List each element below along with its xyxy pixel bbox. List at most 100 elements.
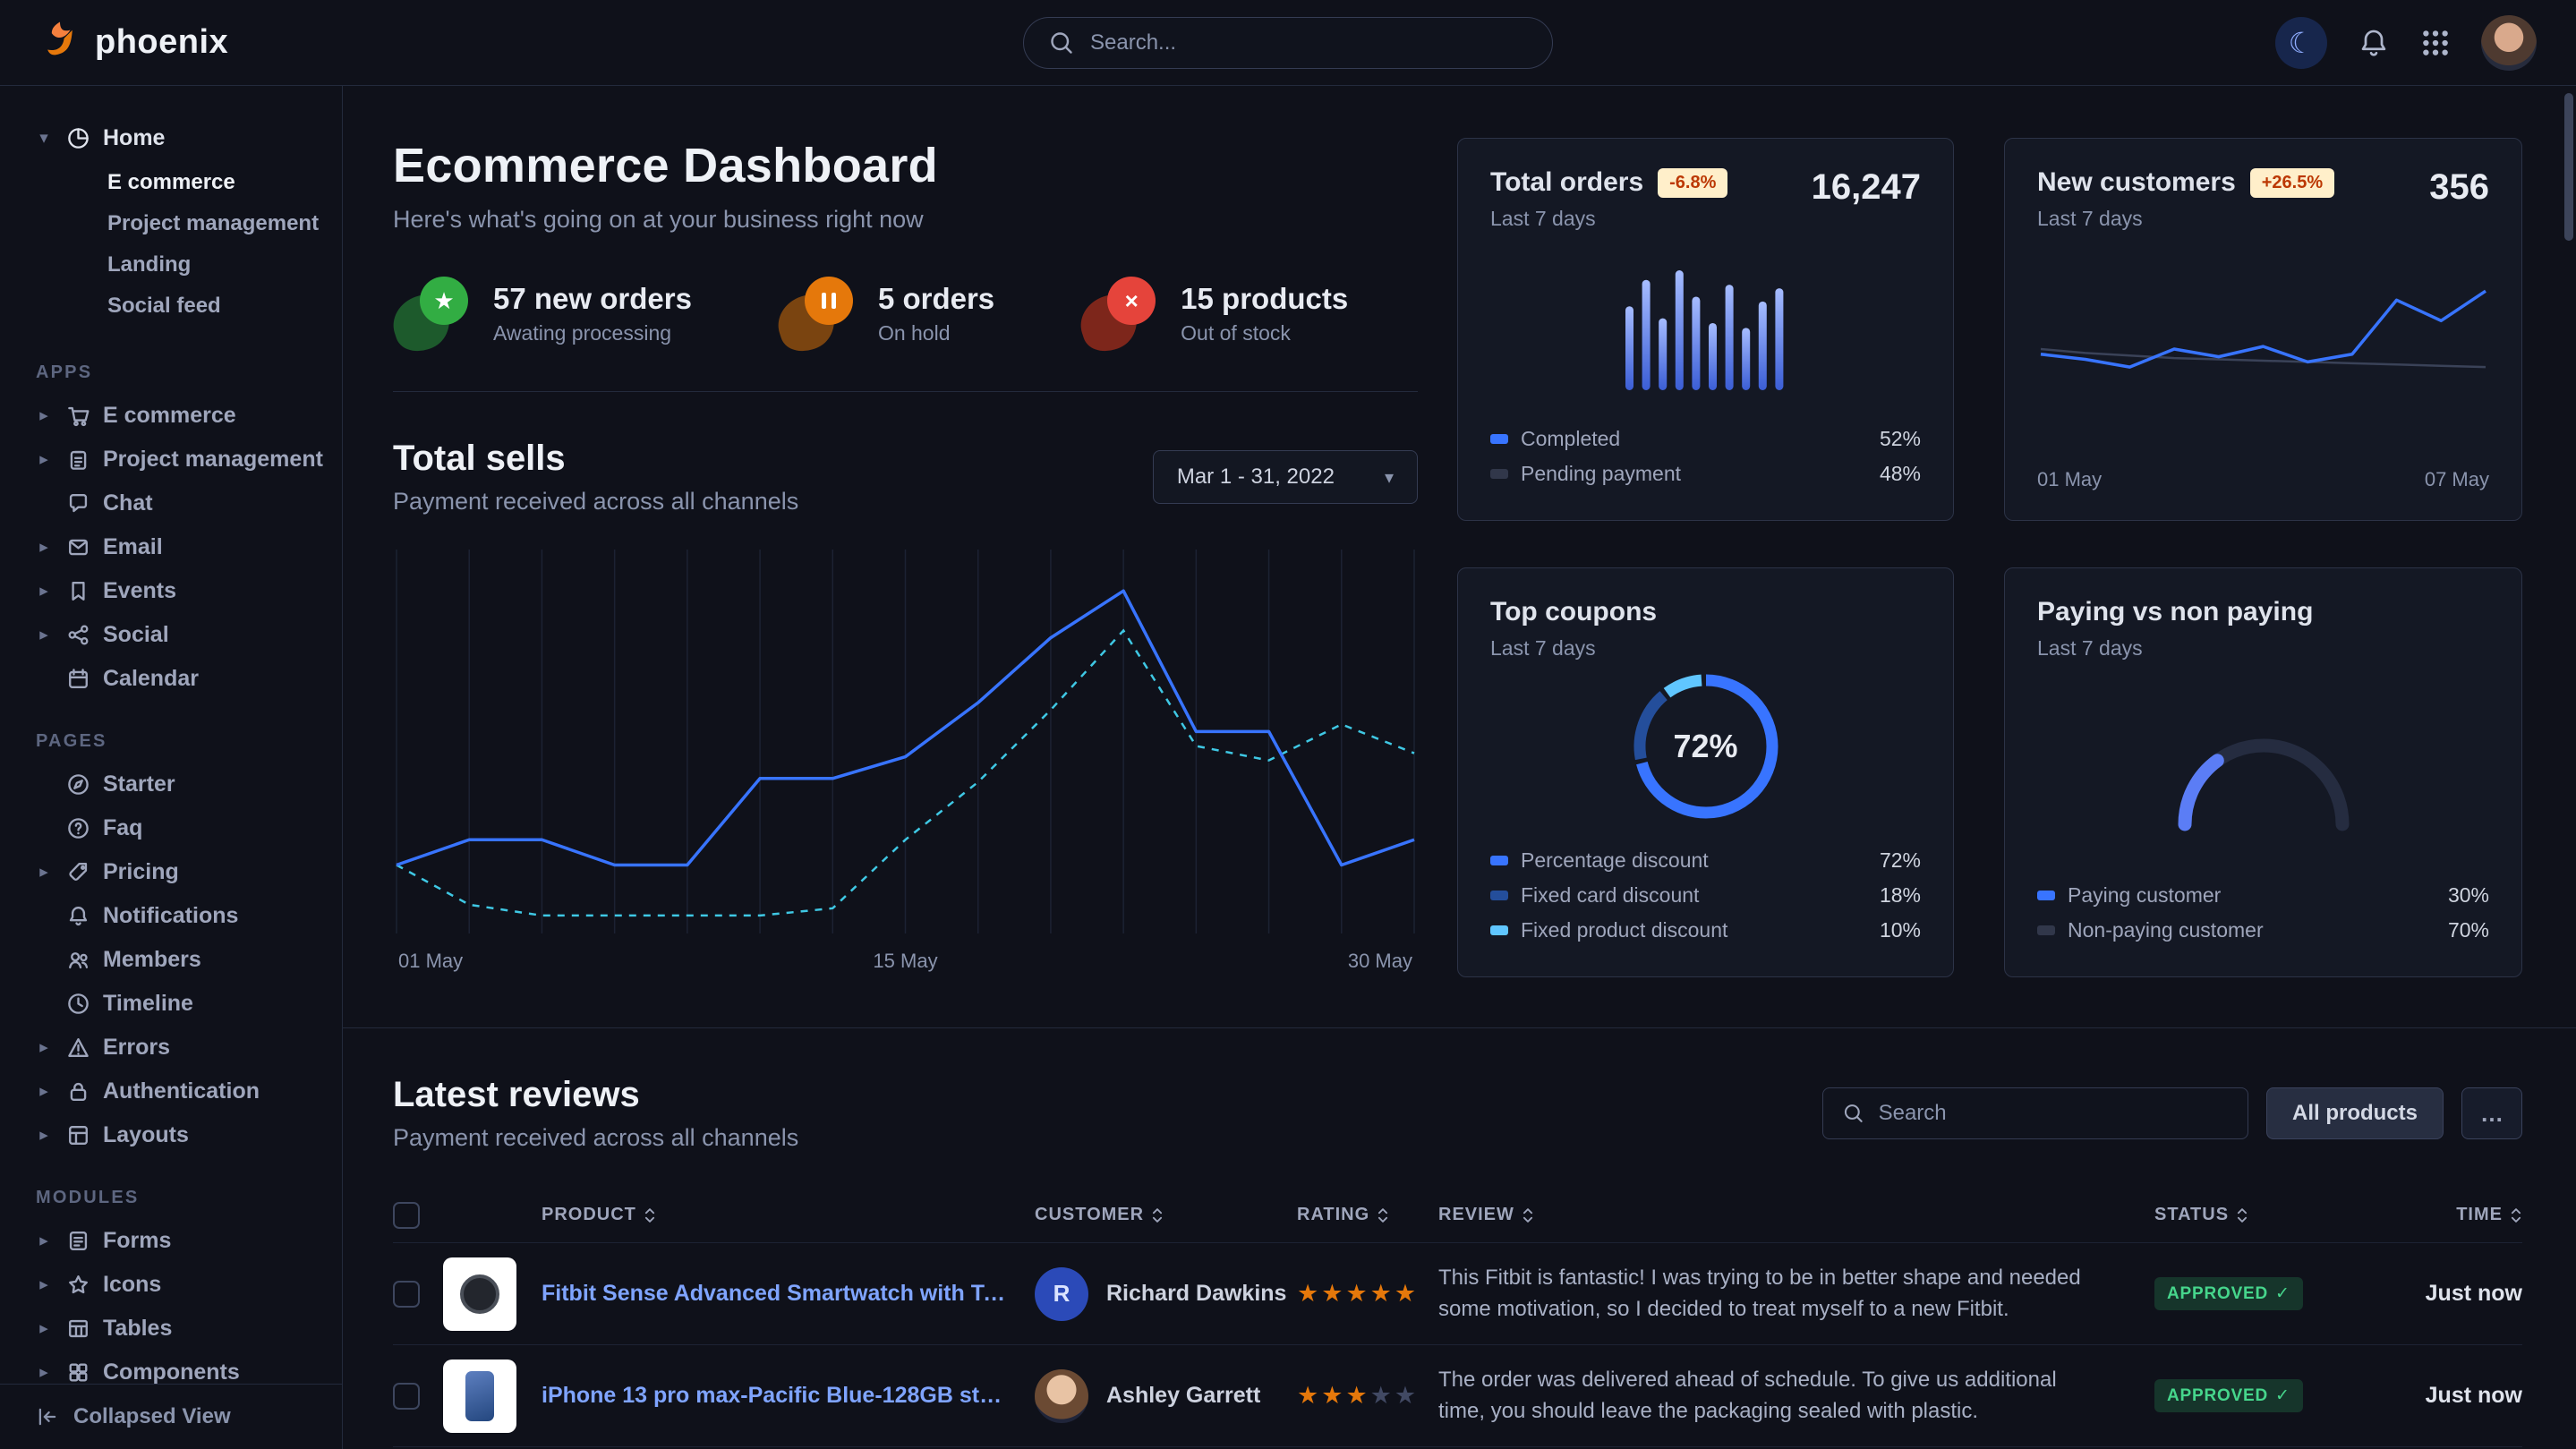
row-checkbox[interactable] [393,1383,420,1410]
sidebar-item-pricing[interactable]: ▸ Pricing [0,850,342,894]
customer-cell[interactable]: R Richard Dawkins [1035,1267,1297,1321]
sidebar-item-members[interactable]: Members [0,938,342,982]
sidebar-item-ecommerce-app[interactable]: ▸ E commerce [0,394,342,438]
change-badge: -6.8% [1658,168,1727,198]
bookmark-icon [66,579,90,603]
search-input[interactable] [1090,30,1527,55]
sidebar: ▾ Home E commerce Project management Lan… [0,86,343,1449]
moon-icon: ☾ [2289,26,2315,60]
review-time: Just now [2378,1281,2522,1307]
caret-right-icon: ▸ [34,1274,54,1295]
sidebar-item-landing[interactable]: Landing [0,244,342,286]
product-link[interactable]: iPhone 13 pro max-Pacific Blue-128GB sto… [542,1383,1035,1409]
avatar [1035,1369,1088,1423]
page-scrollbar[interactable] [2564,93,2573,241]
caret-right-icon: ▸ [34,449,54,470]
user-avatar[interactable] [2481,15,2537,71]
new-customers-value: 356 [2429,167,2489,208]
brand-name: phoenix [95,23,228,62]
column-header-customer[interactable]: CUSTOMER [1035,1205,1297,1225]
x-label: 30 May [1348,950,1412,973]
select-all-checkbox[interactable] [393,1202,420,1229]
sidebar-item-project-management-dashboard[interactable]: Project management [0,203,342,244]
row-checkbox[interactable] [393,1281,420,1308]
clipboard-icon [66,447,90,472]
customer-cell[interactable]: Ashley Garrett [1035,1369,1297,1423]
sidebar-item-project-management-app[interactable]: ▸ Project management [0,438,342,482]
sidebar-item-authentication[interactable]: ▸ Authentication [0,1070,342,1113]
sidebar-item-faq[interactable]: Faq [0,806,342,850]
envelope-icon [66,535,90,559]
total-sells-title: Total sells [393,439,798,479]
sidebar-item-starter[interactable]: Starter [0,763,342,806]
phoenix-logo-icon [39,19,81,66]
sidebar-item-home[interactable]: ▾ Home [0,116,342,160]
sidebar-item-chat[interactable]: Chat [0,482,342,525]
sort-icon [1522,1206,1534,1225]
legend-item: Fixed product discount 10% [1490,913,1921,948]
top-navbar: phoenix ☾ [0,0,2576,86]
total-orders-bar-chart [1490,231,1921,422]
x-label: 15 May [873,950,937,973]
home-submenu: E commerce Project management Landing So… [0,162,342,327]
reviews-table: PRODUCT CUSTOMER RATING REVIEW STATUS TI… [393,1188,2522,1449]
new-orders-icon: ★ [393,275,470,352]
column-header-review[interactable]: REVIEW [1438,1205,2154,1225]
caret-right-icon: ▸ [34,862,54,882]
sidebar-item-social-feed[interactable]: Social feed [0,286,342,327]
sidebar-item-tables[interactable]: ▸ Tables [0,1307,342,1351]
sort-icon [2510,1206,2522,1225]
sidebar-item-email[interactable]: ▸ Email [0,525,342,569]
caret-right-icon: ▸ [34,1037,54,1058]
caret-right-icon: ▸ [34,1125,54,1146]
sidebar-item-forms[interactable]: ▸ Forms [0,1219,342,1263]
page-subtitle: Here's what's going on at your business … [393,206,1418,234]
alert-triangle-icon [66,1036,90,1060]
caret-right-icon: ▸ [34,405,54,426]
sidebar-item-calendar[interactable]: Calendar [0,657,342,701]
column-header-time[interactable]: TIME [2378,1205,2522,1225]
sidebar-item-ecommerce-dashboard[interactable]: E commerce [0,162,342,203]
reviews-search[interactable] [1822,1087,2248,1139]
app-root: phoenix ☾ ▾ Home E commerce [0,0,2576,1449]
product-link[interactable]: Fitbit Sense Advanced Smartwatch with To… [542,1281,1035,1307]
date-range-select[interactable]: Mar 1 - 31, 2022 ▾ [1153,450,1418,504]
column-header-product[interactable]: PRODUCT [542,1205,1035,1225]
rating-stars: ★★★★★ [1297,1280,1438,1308]
reviews-subtitle: Payment received across all channels [393,1124,798,1152]
sidebar-item-layouts[interactable]: ▸ Layouts [0,1113,342,1157]
sidebar-item-notifications[interactable]: Notifications [0,894,342,938]
sort-icon [2236,1206,2248,1225]
review-text: The order was delivered ahead of schedul… [1438,1365,2154,1428]
sidebar-item-social[interactable]: ▸ Social [0,613,342,657]
question-circle-icon [66,816,90,840]
caret-right-icon: ▸ [34,1231,54,1251]
navbar-search[interactable] [1023,17,1553,69]
table-icon [66,1317,90,1341]
reviews-search-input[interactable] [1879,1101,2228,1126]
collapse-sidebar-toggle[interactable]: Collapsed View [0,1384,342,1449]
column-header-status[interactable]: STATUS [2154,1205,2378,1225]
x-icon: × [1080,275,1157,352]
more-options-button[interactable]: … [2461,1087,2522,1139]
review-text: This Fitbit is fantastic! I was trying t… [1438,1263,2154,1325]
caret-right-icon: ▸ [34,537,54,558]
sidebar-item-events[interactable]: ▸ Events [0,569,342,613]
apps-grid-button[interactable] [2420,28,2451,58]
change-badge: +26.5% [2250,168,2334,198]
donut-center-value: 72% [1627,668,1785,825]
caret-right-icon: ▸ [34,1318,54,1339]
share-icon [66,623,90,647]
brand[interactable]: phoenix [39,19,228,66]
form-icon [66,1229,90,1253]
column-header-rating[interactable]: RATING [1297,1205,1438,1225]
sidebar-item-errors[interactable]: ▸ Errors [0,1026,342,1070]
product-thumbnail [443,1360,516,1433]
sidebar-item-icons[interactable]: ▸ Icons [0,1263,342,1307]
notifications-button[interactable] [2358,27,2390,59]
all-products-filter-button[interactable]: All products [2266,1087,2444,1139]
smartwatch-image [460,1274,499,1314]
sidebar-item-timeline[interactable]: Timeline [0,982,342,1026]
cart-icon [66,404,90,428]
dark-mode-toggle[interactable]: ☾ [2275,17,2327,69]
